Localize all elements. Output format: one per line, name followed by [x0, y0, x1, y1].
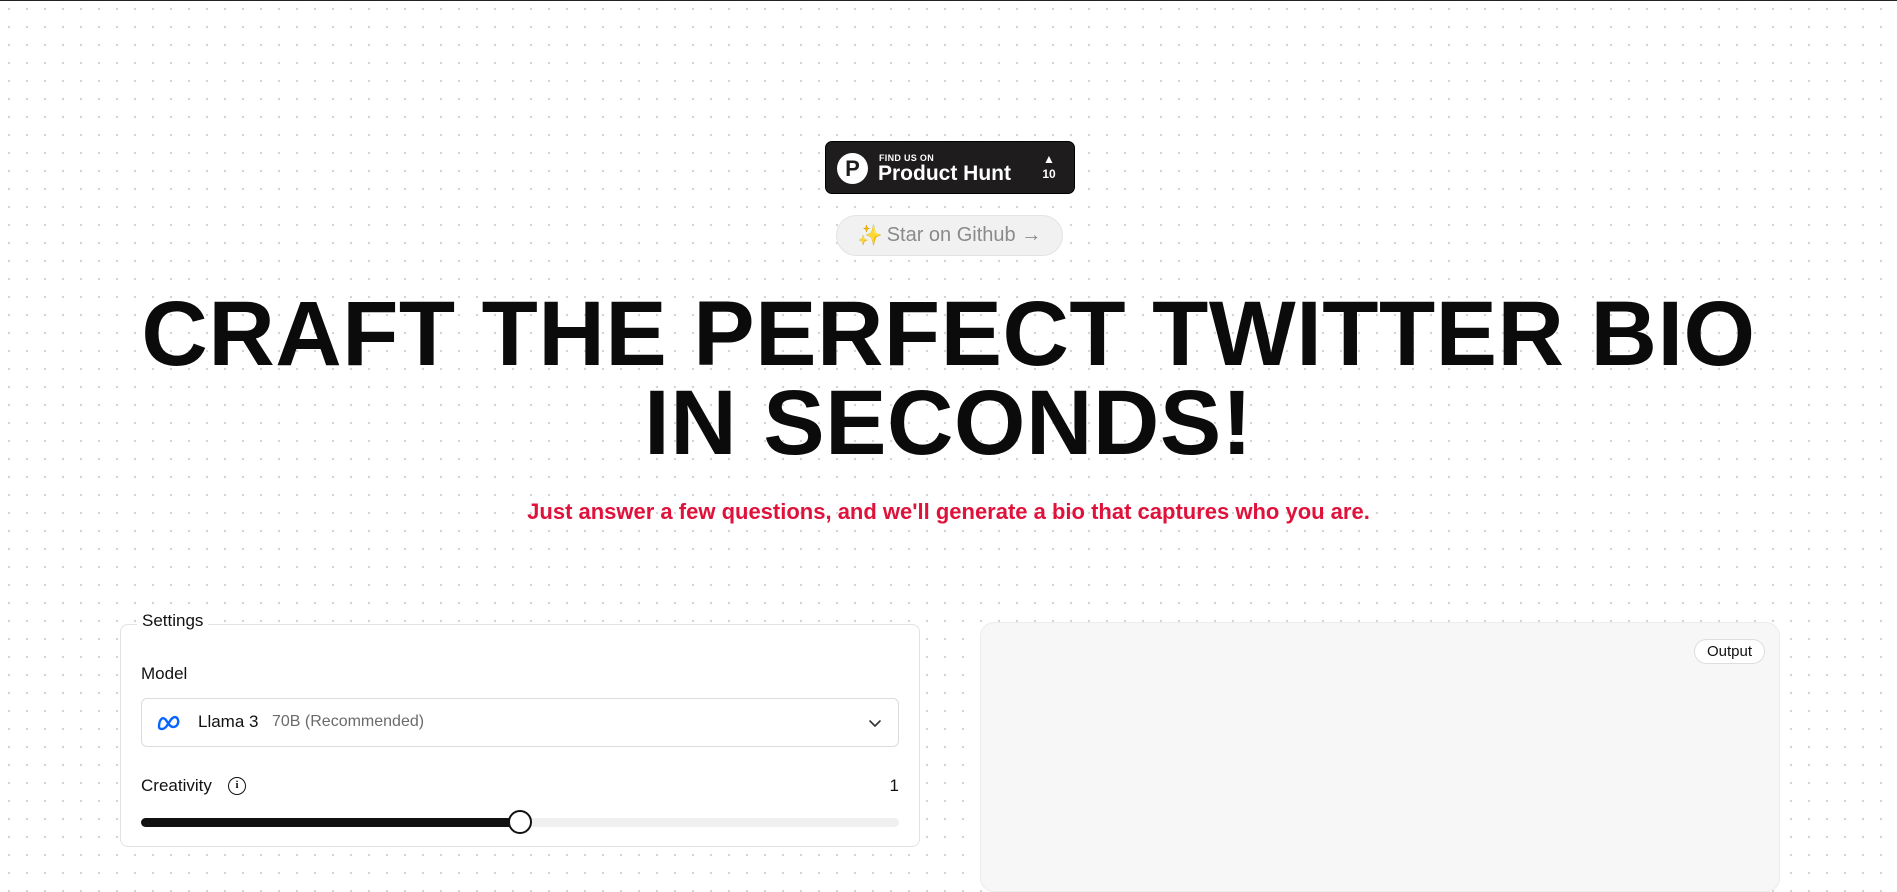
page-title-line-2: IN SECONDS!: [644, 372, 1253, 474]
settings-panel: Settings Model Llama 3 70B (Recommended)…: [120, 611, 920, 847]
meta-logo-icon: [157, 715, 180, 731]
model-select[interactable]: Llama 3 70B (Recommended): [141, 698, 899, 747]
chevron-down-icon: [869, 720, 881, 727]
sparkle-icon: ✨: [857, 225, 883, 247]
producthunt-badge[interactable]: P FIND US ON Product Hunt ▲ 10: [825, 141, 1075, 194]
creativity-label: Creativity: [141, 776, 212, 795]
creativity-value: 1: [889, 776, 899, 795]
model-label: Model: [141, 664, 188, 683]
star-on-github-label: Star on Github →: [886, 224, 1042, 246]
page-title: CRAFT THE PERFECT TWITTER BIO IN SECONDS…: [0, 283, 1897, 474]
page-title-line-1: CRAFT THE PERFECT TWITTER BIO: [141, 283, 1756, 385]
producthunt-vote: ▲ 10: [1039, 152, 1059, 182]
model-name: Llama 3: [198, 712, 259, 731]
producthunt-name-text: Product Hunt: [878, 162, 1011, 185]
producthunt-logo-icon: P: [837, 153, 868, 184]
output-badge: Output: [1693, 639, 1765, 664]
model-variant: 70B (Recommended): [272, 713, 425, 730]
info-icon[interactable]: i: [228, 777, 246, 795]
creativity-slider-fill: [141, 818, 520, 827]
creativity-slider[interactable]: [141, 810, 899, 834]
creativity-slider-thumb[interactable]: [508, 810, 532, 834]
producthunt-vote-count: 10: [1042, 167, 1056, 181]
star-on-github-button[interactable]: ✨ Star on Github →: [836, 215, 1063, 256]
upvote-arrow-icon: ▲: [1043, 152, 1055, 166]
top-border: [0, 0, 1897, 1]
settings-legend: Settings: [137, 611, 209, 631]
output-panel: Output: [980, 622, 1780, 892]
page-subtitle: Just answer a few questions, and we'll g…: [527, 499, 1370, 524]
